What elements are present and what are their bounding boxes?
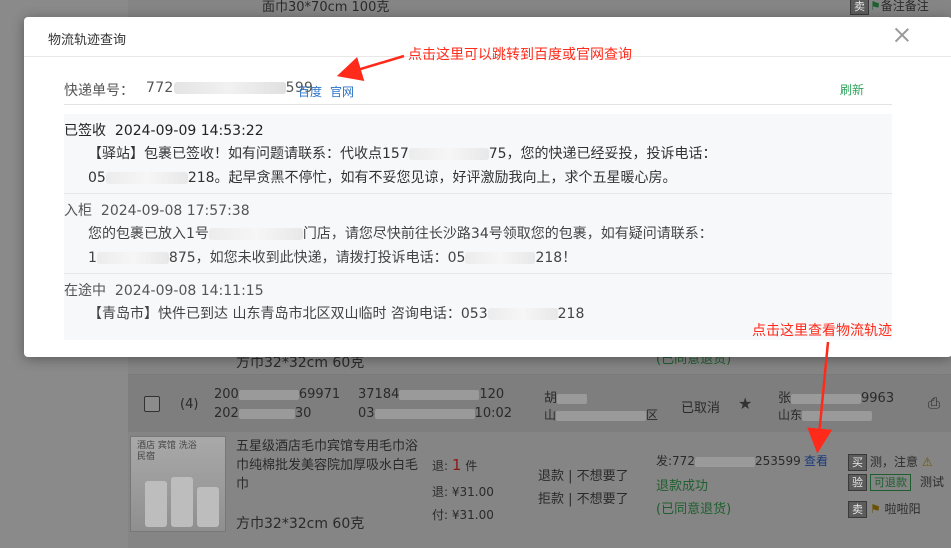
refund-type-2: 拒款 | 不想要了 xyxy=(538,492,629,507)
order-number: 200 69971 xyxy=(214,387,341,402)
sell-note: ⚑ 啦啦阳 xyxy=(870,502,921,516)
event-time: 2024-09-08 17:57:38 xyxy=(100,203,250,219)
timeline-item: 已签收 2024-09-09 14:53:22 【驿站】包裹已签收！如有问题请联… xyxy=(64,114,892,194)
print-icon[interactable]: ⎙ xyxy=(928,394,940,412)
product-spec: 方巾32*32cm 60克 xyxy=(236,516,365,532)
check-tag: 验 xyxy=(848,474,867,491)
buy-note: 测，注意 ⚠ xyxy=(870,455,933,469)
view-tracking-link[interactable]: 查看 xyxy=(804,452,828,469)
event-status: 已签收 xyxy=(64,123,106,139)
refundable-tag: 可退款 xyxy=(870,474,911,491)
refund-note: 测试 xyxy=(920,475,945,489)
flag-icon: ⚑ xyxy=(870,0,881,13)
event-time: 2024-09-08 14:11:15 xyxy=(114,283,264,299)
refund-type: 退款 | 不想要了 xyxy=(538,469,629,484)
event-detail: 【青岛市】快件已到达 山东青岛市北区双山临时 咨询电话：053 218 xyxy=(88,306,585,322)
top-sell-tag: 卖 xyxy=(850,0,869,15)
baidu-link[interactable]: 百度 xyxy=(298,83,322,100)
refund-agree: (已同意退货) xyxy=(656,502,732,517)
star-icon[interactable]: ★ xyxy=(738,394,752,413)
event-status: 在途中 xyxy=(64,283,106,299)
order-time: 202 30 xyxy=(214,406,312,421)
buy-tag: 买 xyxy=(848,454,867,471)
flag-icon: ⚑ xyxy=(870,502,881,516)
thumbnail-caption: 酒店 宾馆 洗浴 民宿 xyxy=(137,441,197,462)
waybill-number: 37184 120 xyxy=(358,387,505,402)
event-status: 入柜 xyxy=(64,203,92,219)
refresh-link[interactable]: 刷新 xyxy=(840,81,864,98)
seller-address: 山东 xyxy=(778,406,873,423)
warning-icon: ⚠ xyxy=(921,455,933,469)
seller-name: 张 9963 xyxy=(778,391,895,406)
waybill-time: 03 10:02 xyxy=(358,406,513,421)
timeline-head: 在途中 2024-09-08 14:11:15 xyxy=(64,280,264,300)
product-title[interactable]: 五星级酒店毛巾宾馆专用毛巾浴巾纯棉批发美容院加厚吸水白毛巾 xyxy=(236,437,422,494)
buyer-address: 山区 xyxy=(544,408,659,422)
logistics-modal: 物流轨迹查询 快递单号： 772 599 百度 官网 刷新 已签收 2024-09… xyxy=(24,17,951,357)
tracking-label: 快递单号： xyxy=(64,83,134,99)
refund-amount: 退: ¥31.00 xyxy=(432,485,494,499)
close-icon[interactable] xyxy=(892,25,912,45)
product-thumbnail[interactable]: 酒店 宾馆 洗浴 民宿 xyxy=(130,436,226,532)
annotation-top: 点击这里可以跳转到百度或官网查询 xyxy=(408,47,632,63)
timeline-head: 已签收 2024-09-09 14:53:22 xyxy=(64,120,264,140)
timeline-head: 入柜 2024-09-08 17:57:38 xyxy=(64,200,250,220)
top-item-spec: 面巾30*70cm 100克 xyxy=(262,0,390,15)
event-time: 2024-09-09 14:53:22 xyxy=(114,123,264,139)
timeline-item: 入柜 2024-09-08 17:57:38 您的包裹已放入1号 门店，请您尽快前… xyxy=(64,194,892,274)
event-detail: 【驿站】包裹已签收！如有问题请联系：代收点157 75，您的快递已经妥投，投诉电话… xyxy=(88,146,717,186)
event-detail: 您的包裹已放入1号 门店，请您尽快前往长沙路34号领取您的包裹，如有疑问请联系： … xyxy=(88,226,713,266)
row-status: 已取消 xyxy=(681,401,721,416)
row-checkbox[interactable] xyxy=(144,396,160,412)
annotation-bottom: 点击这里查看物流轨迹 xyxy=(752,323,892,339)
tracking-number: 772 599 xyxy=(146,80,314,96)
tracking-info-row: 快递单号： 772 599 百度 官网 刷新 xyxy=(64,77,892,105)
official-site-link[interactable]: 官网 xyxy=(330,83,354,100)
tracking-timeline: 已签收 2024-09-09 14:53:22 【驿站】包裹已签收！如有问题请联… xyxy=(64,114,892,340)
refund-success: 退款成功 xyxy=(656,479,709,494)
ship-number: 发:772 253599 xyxy=(656,454,801,468)
modal-title: 物流轨迹查询 xyxy=(48,33,127,48)
sell-tag: 卖 xyxy=(848,501,867,518)
row-index: (4) xyxy=(180,397,199,412)
refund-qty: 退: 1 件 xyxy=(432,456,478,474)
paid-amount: 付: ¥31.00 xyxy=(432,508,494,522)
top-note: ⚑备注备注 xyxy=(870,0,929,13)
buyer-name: 胡 xyxy=(544,387,588,406)
